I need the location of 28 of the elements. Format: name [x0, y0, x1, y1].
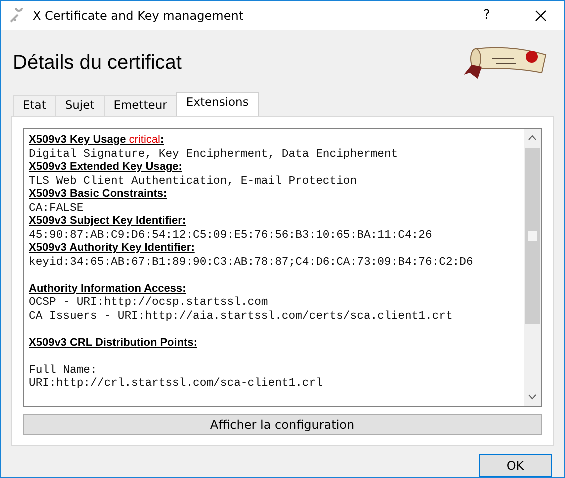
show-configuration-button[interactable]: Afficher la configuration	[23, 414, 542, 435]
section-heading: X509v3 Key Usage critical:	[29, 134, 164, 146]
section-heading: X509v3 CRL Distribution Points:	[29, 336, 198, 348]
section-heading: X509v3 Extended Key Usage:	[29, 161, 182, 173]
tab[interactable]: Etat	[13, 95, 56, 116]
extension-value: CA Issuers - URI:http://aia.startssl.com/certs/sca.client1.crt	[29, 310, 453, 322]
help-button[interactable]: ?	[464, 8, 510, 23]
scrollbar-thumb[interactable]	[525, 148, 540, 324]
section-heading: X509v3 Subject Key Identifier:	[29, 215, 186, 227]
section-heading: X509v3 Authority Key Identifier:	[29, 242, 195, 254]
extension-value: CA:FALSE	[29, 202, 84, 214]
extension-value: Full Name:	[29, 364, 98, 376]
page-heading: Détails du certificat	[13, 52, 182, 74]
extension-value: TLS Web Client Authentication, E-mail Protection	[29, 176, 358, 188]
scrollbar[interactable]	[524, 129, 541, 406]
extension-value: 45:90:87:AB:C9:D6:54:12:C5:09:E5:76:56:B3:10:65:BA:11:C4:26	[29, 230, 432, 242]
extension-value: keyid:34:65:AB:67:B1:89:90:C3:AB:78:87;C4:D6:CA:73:09:B4:76:C2:D6	[29, 256, 474, 268]
tab[interactable]: Extensions	[176, 92, 259, 116]
extension-value: OCSP - URI:http://ocsp.startssl.com	[29, 297, 268, 309]
extensions-text-area[interactable]	[23, 128, 542, 407]
section-heading: Authority Information Access:	[29, 282, 186, 294]
extension-value: Digital Signature, Key Encipherment, Data Encipherment	[29, 148, 398, 160]
close-icon[interactable]	[535, 10, 547, 22]
extension-value: URI:http://crl.startssl.com/sca-client1.crl	[29, 378, 323, 390]
window-title: X Certificate and Key management	[33, 8, 245, 22]
section-heading: X509v3 Basic Constraints:	[29, 188, 168, 200]
certificate-icon	[9, 8, 25, 24]
ok-button[interactable]: OK	[479, 454, 552, 477]
